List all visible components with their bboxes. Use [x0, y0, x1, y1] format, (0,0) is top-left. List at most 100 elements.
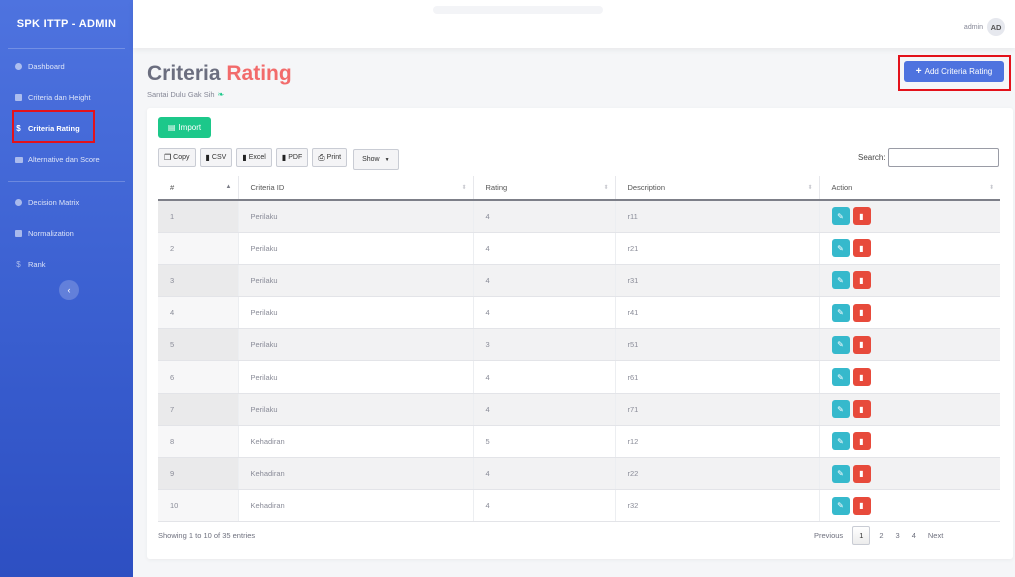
highlight-box-sidebar-active — [12, 110, 95, 143]
excel-button[interactable]: ▮ Excel — [236, 148, 272, 167]
cell-action: ✎ ▮ — [819, 425, 1000, 459]
sidebar-toggle-button[interactable]: ‹ — [59, 280, 79, 300]
copy-button[interactable]: ❐ Copy — [158, 148, 196, 167]
cell-criteria-id: Perilaku — [238, 393, 474, 426]
row-actions: ✎ ▮ — [831, 303, 1001, 322]
print-label: Print — [326, 154, 342, 161]
edit-button[interactable]: ✎ — [831, 400, 850, 419]
print-button[interactable]: ⎙ Print — [312, 148, 348, 167]
delete-button[interactable]: ▮ — [852, 303, 871, 322]
pagination: Previous 1 2 3 4 Next — [808, 526, 949, 545]
sort-icon: ⬍ — [603, 185, 609, 191]
cell-rating: 4 — [473, 232, 616, 265]
edit-icon: ✎ — [837, 211, 844, 221]
csv-button[interactable]: ▮ CSV — [199, 148, 233, 167]
pagination-previous[interactable]: Previous — [808, 526, 849, 545]
table-info: Showing 1 to 10 of 35 entries — [158, 531, 256, 540]
user-menu[interactable]: admin AD — [964, 18, 1005, 36]
caret-down-icon: ▼ — [384, 156, 390, 163]
show-entries-dropdown[interactable]: Show ▼ — [353, 149, 399, 170]
delete-button[interactable]: ▮ — [852, 335, 871, 354]
edit-button[interactable]: ✎ — [831, 239, 850, 258]
sidebar-item-criteria-dan-height[interactable]: Criteria dan Height — [0, 82, 133, 113]
sidebar-item-rank[interactable]: $ Rank — [0, 249, 133, 280]
delete-button[interactable]: ▮ — [852, 239, 871, 258]
cell-rating: 4 — [473, 457, 616, 491]
pagination-page-4[interactable]: 4 — [906, 526, 922, 545]
table-row: 6 Perilaku 4 r61 ✎ ▮ — [158, 360, 1000, 394]
brand-title[interactable]: SPK ITTP - ADMIN — [0, 0, 133, 48]
sort-asc-icon: ▲ — [225, 184, 232, 190]
sidebar-item-label: Normalization — [28, 229, 74, 238]
search-label: Search: — [858, 153, 886, 162]
delete-button[interactable]: ▮ — [852, 432, 871, 451]
delete-button[interactable]: ▮ — [852, 400, 871, 419]
topbar-search-ghost — [433, 6, 603, 14]
cell-criteria-id: Kehadiran — [238, 425, 474, 459]
cell-rating: 4 — [473, 489, 616, 523]
search-input[interactable] — [887, 148, 999, 167]
delete-button[interactable]: ▮ — [852, 207, 871, 226]
cell-action: ✎ ▮ — [819, 457, 1000, 491]
edit-button[interactable]: ✎ — [831, 335, 850, 354]
cell-action: ✎ ▮ — [819, 489, 1000, 523]
show-label: Show — [362, 156, 380, 163]
table-row: 1 Perilaku 4 r11 ✎ ▮ — [158, 200, 1000, 233]
edit-button[interactable]: ✎ — [831, 464, 850, 483]
edit-icon: ✎ — [837, 469, 844, 479]
pagination-page-2[interactable]: 2 — [873, 526, 889, 545]
edit-icon: ✎ — [837, 501, 844, 511]
cell-criteria-id: Perilaku — [238, 328, 474, 362]
file-csv-icon: ▮ — [205, 153, 210, 162]
cell-number: 2 — [158, 232, 239, 265]
cell-criteria-id: Perilaku — [238, 232, 474, 265]
trash-icon: ▮ — [859, 243, 864, 253]
cell-number: 4 — [158, 296, 239, 330]
column-header-description[interactable]: Description ⬍ — [615, 176, 820, 201]
column-header-number[interactable]: # ▲ — [158, 176, 239, 201]
trash-icon: ▮ — [859, 340, 864, 350]
edit-button[interactable]: ✎ — [831, 271, 850, 290]
edit-button[interactable]: ✎ — [831, 368, 850, 387]
edit-button[interactable]: ✎ — [831, 207, 850, 226]
cell-rating: 4 — [473, 200, 616, 233]
delete-button[interactable]: ▮ — [852, 271, 871, 290]
delete-button[interactable]: ▮ — [852, 368, 871, 387]
cell-description: r11 — [615, 200, 820, 233]
column-header-action[interactable]: Action ⬍ — [819, 176, 1000, 201]
cell-number: 7 — [158, 393, 239, 426]
cell-description: r61 — [615, 360, 820, 394]
sort-icon: ⬍ — [461, 185, 467, 191]
edit-button[interactable]: ✎ — [831, 432, 850, 451]
edit-icon: ✎ — [837, 404, 844, 414]
pagination-page-3[interactable]: 3 — [890, 526, 906, 545]
sidebar-item-label: Decision Matrix — [28, 198, 80, 207]
trash-icon: ▮ — [859, 372, 864, 382]
page-title-part2: Rating — [226, 62, 292, 85]
sidebar-item-dashboard[interactable]: Dashboard — [0, 51, 133, 82]
import-button[interactable]: ▤ Import — [158, 117, 211, 138]
cell-rating: 4 — [473, 264, 616, 298]
sort-icon: ⬍ — [988, 185, 994, 191]
edit-button[interactable]: ✎ — [831, 496, 850, 515]
sidebar: SPK ITTP - ADMIN Dashboard Criteria dan … — [0, 0, 133, 577]
edit-button[interactable]: ✎ — [831, 303, 850, 322]
sidebar-item-alternative-dan-score[interactable]: Alternative dan Score — [0, 144, 133, 175]
column-header-rating[interactable]: Rating ⬍ — [473, 176, 616, 201]
cell-action: ✎ ▮ — [819, 393, 1000, 426]
delete-button[interactable]: ▮ — [852, 464, 871, 483]
pagination-next[interactable]: Next — [922, 526, 949, 545]
cell-action: ✎ ▮ — [819, 360, 1000, 394]
cell-description: r21 — [615, 232, 820, 265]
sidebar-item-normalization[interactable]: Normalization — [0, 218, 133, 249]
sidebar-item-decision-matrix[interactable]: Decision Matrix — [0, 187, 133, 218]
column-header-criteria-id[interactable]: Criteria ID ⬍ — [238, 176, 474, 201]
table-row: 3 Perilaku 4 r31 ✎ ▮ — [158, 264, 1000, 298]
pagination-page-1[interactable]: 1 — [852, 526, 871, 545]
delete-button[interactable]: ▮ — [852, 496, 871, 515]
cell-rating: 4 — [473, 296, 616, 330]
edit-icon: ✎ — [837, 372, 844, 382]
matrix-icon — [14, 198, 23, 207]
pdf-button[interactable]: ▮ PDF — [275, 148, 309, 167]
print-icon: ⎙ — [318, 152, 325, 162]
